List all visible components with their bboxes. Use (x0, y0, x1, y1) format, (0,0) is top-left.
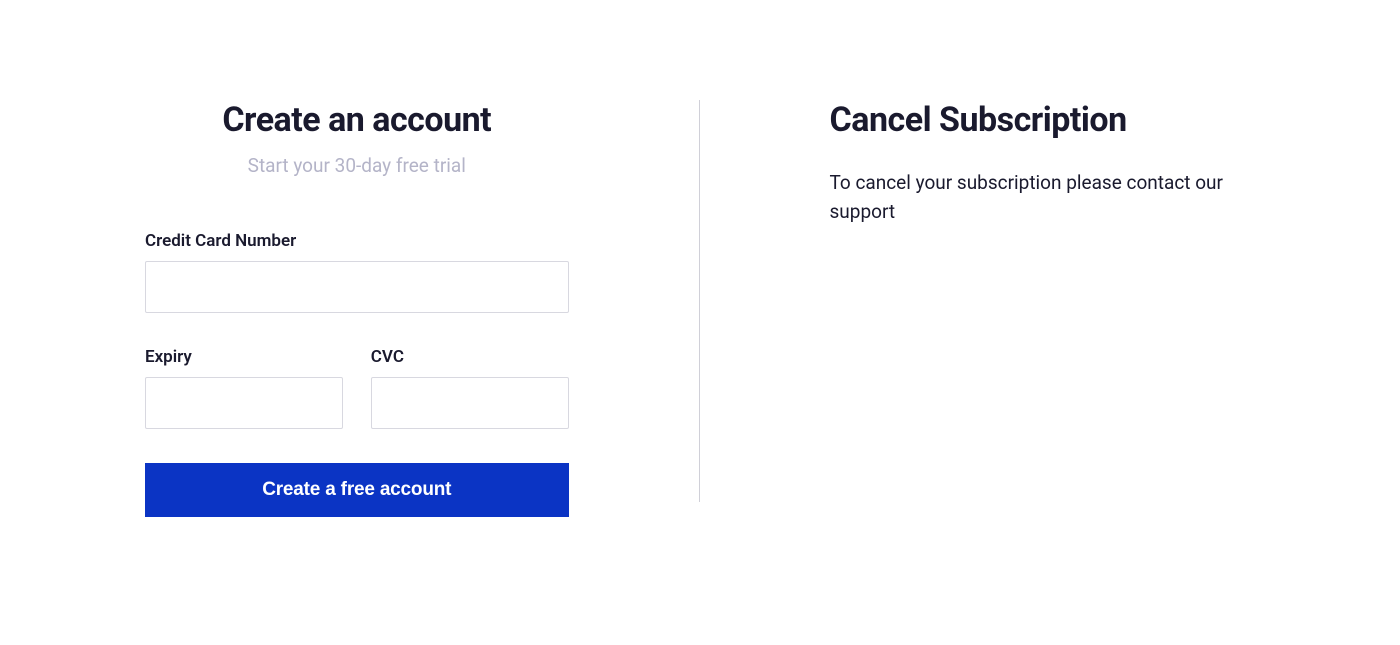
cancel-subscription-heading: Cancel Subscription (830, 100, 1256, 140)
cvc-label: CVC (371, 347, 569, 367)
cvc-input[interactable] (371, 377, 569, 429)
cancel-subscription-text: To cancel your subscription please conta… (830, 168, 1256, 227)
expiry-input[interactable] (145, 377, 343, 429)
card-number-group: Credit Card Number (145, 231, 569, 313)
create-account-panel: Create an account Start your 30-day free… (145, 100, 699, 517)
create-account-heading: Create an account (145, 100, 569, 140)
expiry-group: Expiry (145, 347, 343, 429)
card-number-input[interactable] (145, 261, 569, 313)
cancel-subscription-panel: Cancel Subscription To cancel your subsc… (700, 100, 1256, 517)
card-number-label: Credit Card Number (145, 231, 569, 251)
expiry-label: Expiry (145, 347, 343, 367)
create-account-subheading: Start your 30-day free trial (145, 154, 569, 177)
cvc-group: CVC (371, 347, 569, 429)
create-account-button[interactable]: Create a free account (145, 463, 569, 517)
